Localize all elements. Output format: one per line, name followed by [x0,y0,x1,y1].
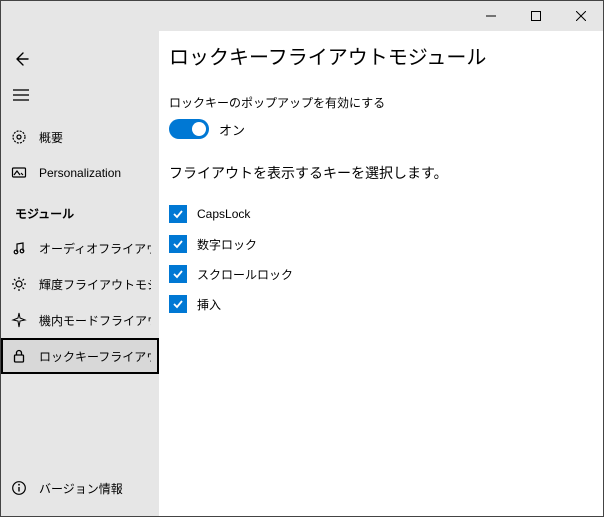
sidebar-item-lockkeys-module[interactable]: ロックキーフライアウトモジュール [1,338,159,374]
toggle-state-label: オン [219,120,245,139]
info-icon [11,480,27,496]
sidebar-item-label: バージョン情報 [39,480,123,497]
key-row-numlock: 数字ロック [169,229,593,259]
checkbox-scrolllock[interactable] [169,265,187,283]
back-button[interactable] [1,41,41,77]
sidebar-item-label: オーディオフライアウトモジュール [39,240,151,257]
enable-popup-toggle[interactable] [169,119,209,139]
airplane-icon [11,312,27,328]
sidebar-item-label: ロックキーフライアウトモジュール [39,348,151,365]
sidebar-item-label: 機内モードフライアウトモジュール [39,312,151,329]
sidebar-section-modules: モジュール [1,191,159,230]
sidebar-item-audio-module[interactable]: オーディオフライアウトモジュール [1,230,159,266]
enable-popup-row: オン [169,119,593,139]
sidebar-item-overview[interactable]: 概要 [1,119,159,155]
maximize-icon [531,11,541,21]
window-body: 概要 Personalization モジュール オーディオフライアウトモジュー… [1,31,603,516]
key-label: 挿入 [197,296,221,313]
key-label: スクロールロック [197,266,293,283]
check-icon [172,238,184,250]
personalization-icon [11,165,27,181]
music-note-icon [11,240,27,256]
select-keys-label: フライアウトを表示するキーを選択します。 [169,163,593,183]
sidebar-item-about[interactable]: バージョン情報 [1,470,159,506]
check-icon [172,208,184,220]
app-window: 概要 Personalization モジュール オーディオフライアウトモジュー… [0,0,604,517]
menu-button[interactable] [1,77,41,113]
sidebar-item-brightness-module[interactable]: 輝度フライアウトモジュール [1,266,159,302]
back-arrow-icon [13,51,29,67]
minimize-icon [486,11,496,21]
checkbox-numlock[interactable] [169,235,187,253]
sidebar-item-label: Personalization [39,166,121,180]
sidebar: 概要 Personalization モジュール オーディオフライアウトモジュー… [1,31,159,516]
sun-icon [11,276,27,292]
gear-icon [11,129,27,145]
hamburger-icon [13,89,29,101]
key-label: CapsLock [197,207,250,221]
enable-popup-label: ロックキーのポップアップを有効にする [169,94,593,111]
titlebar [1,1,603,31]
key-row-scrolllock: スクロールロック [169,259,593,289]
checkbox-insert[interactable] [169,295,187,313]
lock-icon [11,348,27,364]
window-minimize-button[interactable] [468,1,513,31]
check-icon [172,268,184,280]
page-title: ロックキーフライアウトモジュール [169,41,593,70]
key-row-capslock: CapsLock [169,199,593,229]
sidebar-top [1,37,159,119]
sidebar-item-airplane-module[interactable]: 機内モードフライアウトモジュール [1,302,159,338]
window-maximize-button[interactable] [513,1,558,31]
checkbox-capslock[interactable] [169,205,187,223]
sidebar-footer: バージョン情報 [1,470,159,516]
close-icon [576,11,586,21]
sidebar-item-label: 概要 [39,129,63,146]
sidebar-item-personalization[interactable]: Personalization [1,155,159,191]
window-close-button[interactable] [558,1,603,31]
key-label: 数字ロック [197,236,257,253]
key-row-insert: 挿入 [169,289,593,319]
content-pane: ロックキーフライアウトモジュール ロックキーのポップアップを有効にする オン フ… [159,31,603,516]
check-icon [172,298,184,310]
sidebar-item-label: 輝度フライアウトモジュール [39,276,151,293]
